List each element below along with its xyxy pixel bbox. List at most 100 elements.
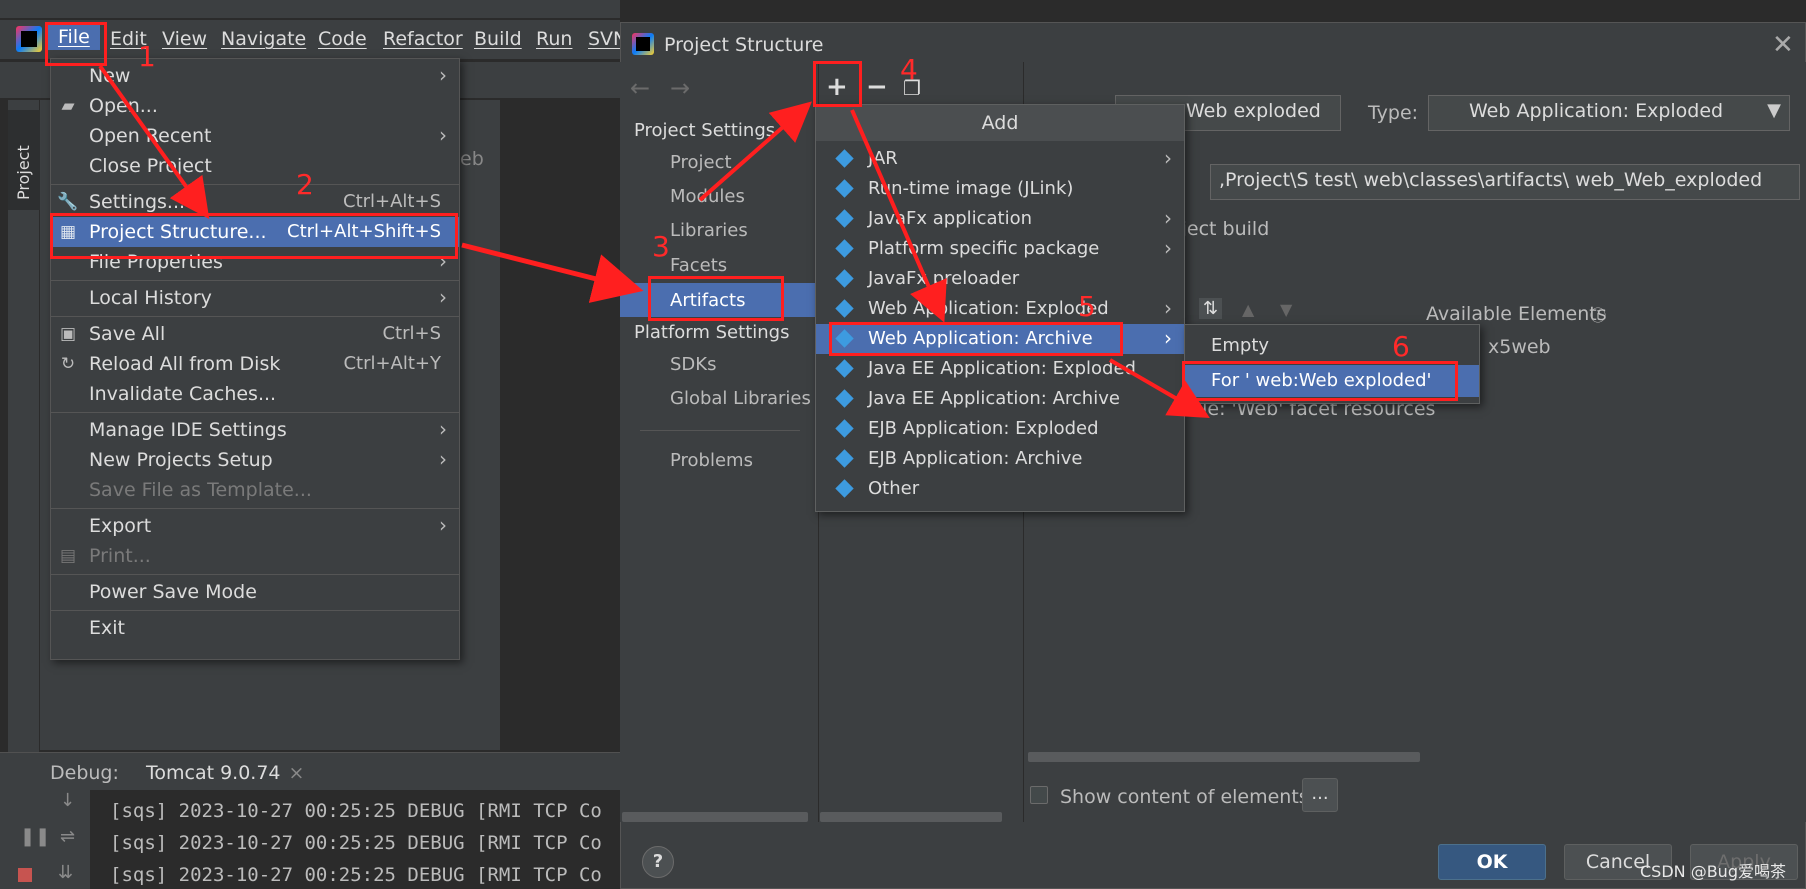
add-item-other[interactable]: Other <box>816 474 1184 504</box>
menu-item-local-history[interactable]: Local History › <box>51 283 459 313</box>
pause-icon[interactable]: ❚❚ <box>20 826 50 847</box>
nav-item-project[interactable]: Project <box>670 152 732 173</box>
dialog-title: Project Structure <box>664 34 824 56</box>
add-item-javafx-app[interactable]: JavaFx application › <box>816 204 1184 234</box>
nav-item-global-libraries[interactable]: Global Libraries <box>670 388 811 409</box>
show-content-checkbox[interactable] <box>1030 786 1048 804</box>
menu-separator <box>51 184 459 185</box>
list-scrollbar[interactable] <box>820 812 1002 822</box>
chevron-right-icon: › <box>1164 326 1172 350</box>
menu-item-reload[interactable]: ↻ Reload All from Disk Ctrl+Alt+Y <box>51 349 459 379</box>
remove-icon[interactable]: − <box>866 72 888 102</box>
menu-view[interactable]: View <box>162 28 207 50</box>
artifact-icon <box>835 149 854 168</box>
editor-area <box>500 100 620 750</box>
menu-item-power-save[interactable]: Power Save Mode <box>51 577 459 607</box>
nav-item-modules[interactable]: Modules <box>670 186 745 207</box>
add-item-ejb-archive[interactable]: EJB Application: Archive <box>816 444 1184 474</box>
add-item-javaee-archive[interactable]: Java EE Application: Archive <box>816 384 1184 414</box>
wrench-icon: 🔧 <box>57 192 79 212</box>
web-artifact-icon <box>835 299 854 318</box>
add-item-jar[interactable]: JAR › <box>816 144 1184 174</box>
chevron-right-icon: › <box>1164 296 1172 320</box>
available-elements-label: Available Elements <box>1426 303 1607 325</box>
menu-item-open[interactable]: ▰ Open... <box>51 91 459 121</box>
nav-item-libraries[interactable]: Libraries <box>670 220 748 241</box>
output-directory-field[interactable]: ,Project\S test\ web\classes\artifacts\ … <box>1210 164 1800 200</box>
move-down-icon[interactable]: ▼ <box>1280 300 1292 319</box>
type-value: Web Application: Exploded <box>1469 100 1724 122</box>
add-item-runtime-image[interactable]: Run-time image (JLink) <box>816 174 1184 204</box>
tree-scrollbar[interactable] <box>1028 752 1420 762</box>
menu-navigate[interactable]: Navigate <box>221 28 306 50</box>
menu-item-export[interactable]: Export › <box>51 511 459 541</box>
step-down-icon[interactable]: ↓ <box>60 790 75 811</box>
show-content-label: Show content of elements <box>1060 786 1309 808</box>
more-button[interactable]: ... <box>1302 778 1338 812</box>
annotation-box-4 <box>813 61 862 107</box>
nav-scrollbar[interactable] <box>622 812 808 822</box>
menu-build[interactable]: Build <box>474 28 522 50</box>
tab-tomcat-label: Tomcat 9.0.74 <box>146 762 281 784</box>
add-item-ejb-exploded[interactable]: EJB Application: Exploded <box>816 414 1184 444</box>
menu-item-open-recent[interactable]: Open Recent › <box>51 121 459 151</box>
menu-item-manage-ide-settings[interactable]: Manage IDE Settings › <box>51 415 459 445</box>
watermark: CSDN @Bug爱喝茶 <box>1640 862 1786 881</box>
close-icon[interactable]: ✕ <box>1772 30 1794 60</box>
add-item-javaee-exploded[interactable]: Java EE Application: Exploded <box>816 354 1184 384</box>
project-tool-tab-label: Project <box>14 145 33 200</box>
javaee-artifact-icon <box>835 359 854 378</box>
menu-item-save-all[interactable]: ▣ Save All Ctrl+S <box>51 319 459 349</box>
stop-icon[interactable] <box>18 868 32 882</box>
help-button[interactable]: ? <box>642 846 674 878</box>
file-menu: New › ▰ Open... Open Recent › Close Project… <box>50 58 460 660</box>
help-icon[interactable]: ⓘ <box>1590 302 1606 326</box>
nav-item-problems[interactable]: Problems <box>670 450 753 471</box>
menu-separator <box>51 574 459 575</box>
menu-item-invalidate-caches[interactable]: Invalidate Caches... <box>51 379 459 409</box>
ok-button[interactable]: OK <box>1438 844 1546 880</box>
wrap-icon[interactable]: ⇌ <box>60 826 75 847</box>
back-arrow-icon[interactable]: ← <box>630 74 650 102</box>
menu-item-new-projects-setup[interactable]: New Projects Setup › <box>51 445 459 475</box>
menu-item-new[interactable]: New › <box>51 61 459 91</box>
menu-run[interactable]: Run <box>536 28 572 50</box>
annotation-box-5 <box>829 322 1123 356</box>
annotation-box-2 <box>50 213 458 259</box>
forward-arrow-icon[interactable]: → <box>670 74 690 102</box>
intellij-logo-icon <box>632 33 654 55</box>
available-item[interactable]: x5web <box>1488 336 1551 358</box>
sort-icon[interactable]: ⇊ <box>58 862 73 883</box>
submenu-item-empty[interactable]: Empty <box>1185 330 1479 362</box>
console-line: [sqs] 2023-10-27 00:25:25 DEBUG [RMI TCP… <box>110 864 602 886</box>
reload-icon: ↻ <box>60 354 76 374</box>
type-combo[interactable]: Web Application: Exploded ▼ <box>1428 95 1790 131</box>
chevron-right-icon: › <box>1164 146 1172 170</box>
project-tool-tab[interactable]: Project <box>8 110 40 210</box>
menu-refactor[interactable]: Refactor <box>383 28 463 50</box>
menu-item-exit[interactable]: Exit <box>51 613 459 643</box>
add-item-platform-package[interactable]: Platform specific package › <box>816 234 1184 264</box>
move-up-icon[interactable]: ▲ <box>1242 300 1254 319</box>
nav-item-sdks[interactable]: SDKs <box>670 354 716 375</box>
chevron-right-icon: › <box>439 417 447 441</box>
chevron-right-icon: › <box>1164 206 1172 230</box>
save-icon: ▣ <box>59 324 77 344</box>
nav-item-facets[interactable]: Facets <box>670 255 727 276</box>
artifact-icon <box>835 209 854 228</box>
chevron-down-icon: ▼ <box>1767 100 1781 121</box>
menu-code[interactable]: Code <box>318 28 367 50</box>
tab-tomcat[interactable]: Tomcat 9.0.74 × <box>146 762 304 784</box>
add-item-javafx-preloader[interactable]: JavaFx preloader <box>816 264 1184 294</box>
annotation-number: 2 <box>296 168 314 201</box>
close-icon[interactable]: × <box>289 762 305 784</box>
menu-item-save-as-template: Save File as Template... <box>89 479 312 501</box>
annotation-number: 3 <box>652 230 670 263</box>
add-item-web-exploded[interactable]: Web Application: Exploded › <box>816 294 1184 324</box>
menu-separator <box>51 610 459 611</box>
sort-icon[interactable]: ⇅ <box>1199 298 1223 319</box>
menu-item-close-project[interactable]: Close Project <box>51 151 459 181</box>
type-label: Type: <box>1368 102 1419 124</box>
annotation-number: 1 <box>138 40 156 73</box>
debug-label: Debug: <box>50 762 119 784</box>
